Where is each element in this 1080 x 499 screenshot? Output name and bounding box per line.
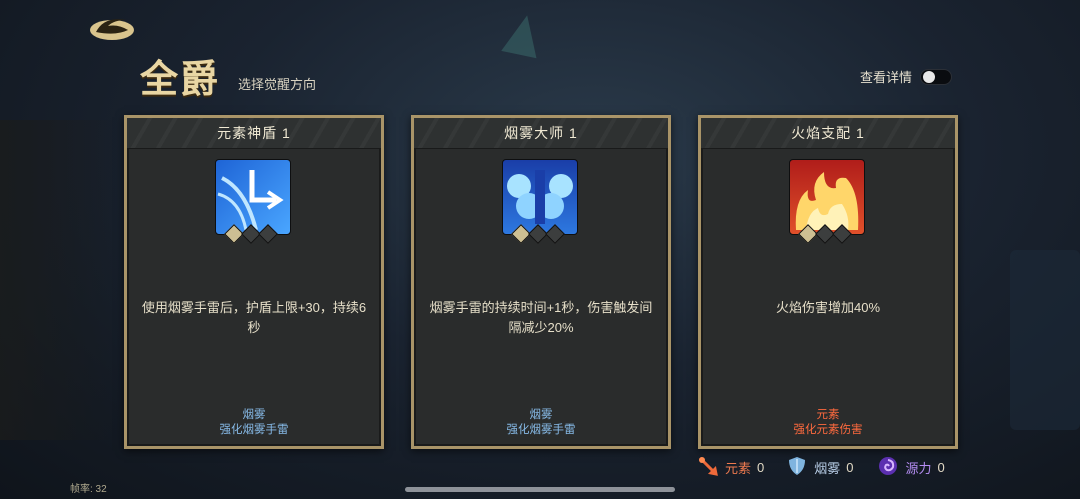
background-shadow <box>0 120 120 440</box>
card-tag-name: 元素 <box>816 409 840 421</box>
level-pip-empty <box>545 224 565 244</box>
card-tag-detail: 强化烟雾手雷 <box>219 424 289 436</box>
talent-card-2[interactable]: 烟雾大师 1 烟雾手雷的持续时间+1秒，伤害触发间隔减少20% 烟雾 强化烟雾手… <box>411 115 671 449</box>
talent-card-1[interactable]: 元素神盾 1 使用烟雾手雷后，护盾上限+30，持续6秒 烟雾 强化烟雾手雷 <box>124 115 384 449</box>
level-pip-empty <box>832 224 852 244</box>
card-description: 烟雾手雷的持续时间+1秒，伤害触发间隔减少20% <box>429 300 653 335</box>
page-title: 全爵 <box>140 56 221 101</box>
level-pips <box>511 224 565 244</box>
swirl-icon <box>876 455 900 480</box>
resource-value: 0 <box>757 460 765 475</box>
resource-label: 源力 <box>905 461 932 476</box>
card-tag: 烟雾 强化烟雾手雷 <box>127 408 381 438</box>
resource-element: 元素 0 <box>697 455 764 480</box>
card-title: 火焰支配 1 <box>701 118 955 149</box>
level-pips <box>224 224 278 244</box>
card-tag: 烟雾 强化烟雾手雷 <box>414 408 668 438</box>
resource-label: 元素 <box>725 461 752 476</box>
resource-value: 0 <box>937 460 945 475</box>
card-title: 烟雾大师 1 <box>414 118 668 149</box>
detail-toggle-label: 查看详情 <box>860 70 913 85</box>
smoke-cloud-icon <box>502 159 578 235</box>
back-logo-icon[interactable] <box>88 12 138 42</box>
talent-card-3[interactable]: 火焰支配 1 火焰伤害增加40% 元素 强化元素伤害 <box>698 115 958 449</box>
card-description: 使用烟雾手雷后，护盾上限+30，持续6秒 <box>141 300 367 335</box>
shield-break-icon <box>215 159 291 235</box>
card-tag-detail: 强化元素伤害 <box>793 424 863 436</box>
background-pillar <box>1010 250 1080 430</box>
card-tag-name: 烟雾 <box>242 409 266 421</box>
shield-icon <box>786 455 808 480</box>
flame-sword-icon <box>697 455 719 480</box>
page-subtitle: 选择觉醒方向 <box>238 77 317 92</box>
resource-label: 烟雾 <box>814 461 841 476</box>
detail-switch[interactable] <box>920 68 953 85</box>
card-tag: 元素 强化元素伤害 <box>701 408 955 438</box>
card-description: 火焰伤害增加40% <box>775 300 881 315</box>
home-indicator[interactable] <box>405 487 675 492</box>
resource-value: 0 <box>846 460 854 475</box>
resource-bar: 元素 0 烟雾 0 源力 0 <box>697 455 945 480</box>
card-tag-detail: 强化烟雾手雷 <box>506 424 576 436</box>
level-pip-empty <box>258 224 278 244</box>
resource-source: 源力 0 <box>876 455 945 480</box>
level-pips <box>798 224 852 244</box>
switch-knob <box>923 70 936 83</box>
detail-toggle[interactable]: 查看详情 <box>860 67 953 86</box>
resource-smoke: 烟雾 0 <box>786 455 854 480</box>
fps-counter: 帧率: 32 <box>70 484 107 495</box>
flame-icon <box>789 159 865 235</box>
card-tag-name: 烟雾 <box>529 409 553 421</box>
background-flag <box>501 11 545 59</box>
card-title: 元素神盾 1 <box>127 118 381 149</box>
